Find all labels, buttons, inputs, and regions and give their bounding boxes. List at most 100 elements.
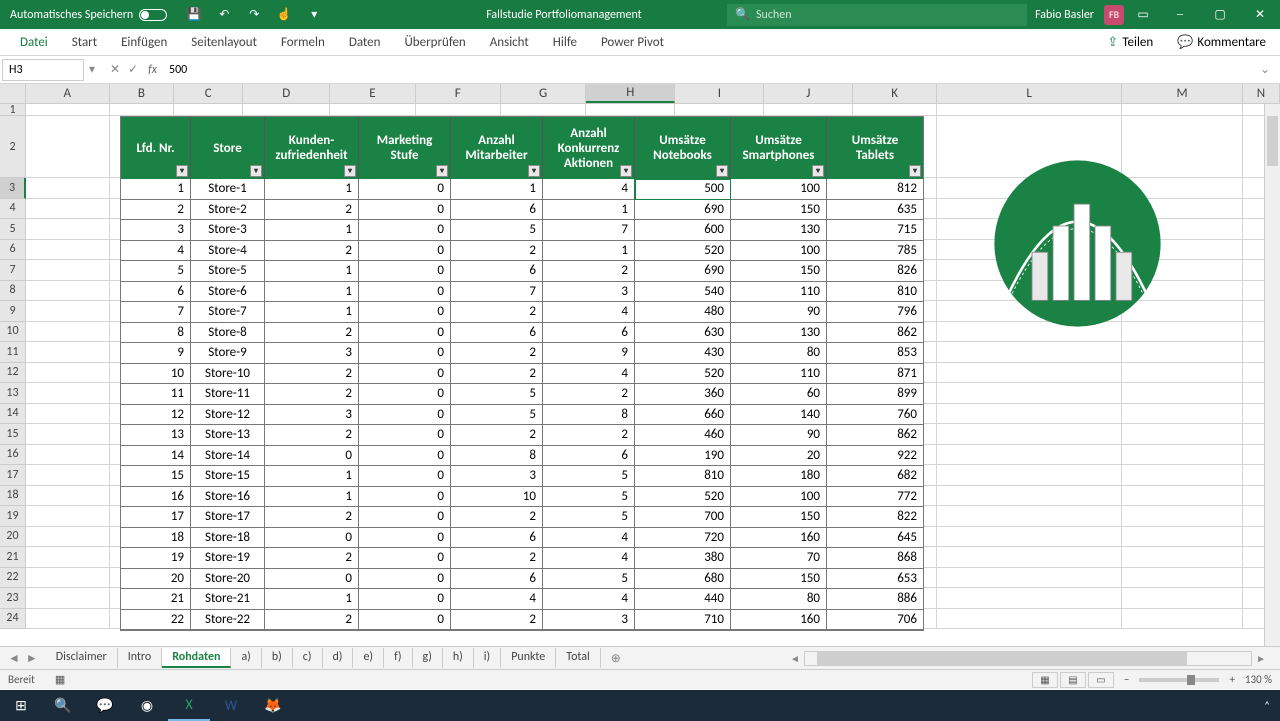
cell-r7-c2[interactable]: 1 xyxy=(265,261,359,282)
cell-r24-c8[interactable]: 706 xyxy=(827,610,923,631)
ribbon-tab-daten[interactable]: Daten xyxy=(337,29,393,55)
cell-r18-c7[interactable]: 100 xyxy=(731,487,827,508)
cell-r13-c3[interactable]: 0 xyxy=(359,384,451,405)
cell-r17-c1[interactable]: Store-15 xyxy=(191,466,265,487)
cell-r12-c5[interactable]: 4 xyxy=(543,364,635,385)
cell-r7-c7[interactable]: 150 xyxy=(731,261,827,282)
row-header-8[interactable]: 8 xyxy=(0,281,26,302)
row-header-12[interactable]: 12 xyxy=(0,363,26,384)
filter-button-5[interactable]: ▾ xyxy=(620,165,632,177)
cell-r22-c5[interactable]: 5 xyxy=(543,569,635,590)
cell-r23-c8[interactable]: 886 xyxy=(827,589,923,610)
taskbar-firefox-icon[interactable]: 🦊 xyxy=(252,690,294,721)
row-header-23[interactable]: 23 xyxy=(0,588,26,609)
cancel-icon[interactable]: ✕ xyxy=(110,62,120,77)
cell-r22-c7[interactable]: 150 xyxy=(731,569,827,590)
cell-r17-c5[interactable]: 5 xyxy=(543,466,635,487)
cell-r21-c7[interactable]: 70 xyxy=(731,548,827,569)
name-box[interactable]: H3 xyxy=(2,59,84,81)
tab-nav-prev-icon[interactable]: ◄ xyxy=(8,651,20,666)
cell-r20-c1[interactable]: Store-18 xyxy=(191,528,265,549)
zoom-in-button[interactable]: + xyxy=(1229,673,1234,686)
fx-icon[interactable]: fx xyxy=(148,63,165,77)
column-header-B[interactable]: B xyxy=(110,84,175,103)
undo-icon[interactable]: ↶ xyxy=(215,6,233,24)
cell-r4-c5[interactable]: 1 xyxy=(543,200,635,221)
cell-r5-c7[interactable]: 130 xyxy=(731,220,827,241)
cell-r7-c5[interactable]: 2 xyxy=(543,261,635,282)
close-button[interactable]: ✕ xyxy=(1240,0,1280,29)
cell-r23-c5[interactable]: 4 xyxy=(543,589,635,610)
cell-r19-c4[interactable]: 2 xyxy=(451,507,543,528)
cell-r7-c6[interactable]: 690 xyxy=(635,261,731,282)
cell-r16-c2[interactable]: 0 xyxy=(265,446,359,467)
cell-r7-c0[interactable]: 5 xyxy=(121,261,191,282)
taskbar-app-1[interactable]: 💬 xyxy=(84,690,126,721)
cell-r19-c0[interactable]: 17 xyxy=(121,507,191,528)
cell-r12-c1[interactable]: Store-10 xyxy=(191,364,265,385)
cell-r13-c7[interactable]: 60 xyxy=(731,384,827,405)
cell-r18-c5[interactable]: 5 xyxy=(543,487,635,508)
ribbon-tab-datei[interactable]: Datei xyxy=(8,29,60,55)
cell-r19-c2[interactable]: 2 xyxy=(265,507,359,528)
row-header-15[interactable]: 15 xyxy=(0,424,26,445)
cell-r16-c4[interactable]: 8 xyxy=(451,446,543,467)
cell-r15-c2[interactable]: 2 xyxy=(265,425,359,446)
row-header-1[interactable]: 1 xyxy=(0,104,26,116)
row-header-4[interactable]: 4 xyxy=(0,199,26,220)
cell-r5-c8[interactable]: 715 xyxy=(827,220,923,241)
cell-r3-c2[interactable]: 1 xyxy=(265,179,359,200)
cell-r3-c3[interactable]: 0 xyxy=(359,179,451,200)
cell-r18-c8[interactable]: 772 xyxy=(827,487,923,508)
sheet-tab-total[interactable]: Total xyxy=(556,648,600,668)
cell-r9-c5[interactable]: 4 xyxy=(543,302,635,323)
cell-r22-c8[interactable]: 653 xyxy=(827,569,923,590)
sheet-tab-b)[interactable]: b) xyxy=(262,648,293,668)
sheet-tab-i)[interactable]: i) xyxy=(474,648,501,668)
cell-r15-c6[interactable]: 460 xyxy=(635,425,731,446)
cell-r8-c2[interactable]: 1 xyxy=(265,282,359,303)
sheet-tab-h)[interactable]: h) xyxy=(443,648,474,668)
row-header-9[interactable]: 9 xyxy=(0,301,26,322)
cell-r5-c2[interactable]: 1 xyxy=(265,220,359,241)
cell-r11-c2[interactable]: 3 xyxy=(265,343,359,364)
cell-r19-c7[interactable]: 150 xyxy=(731,507,827,528)
cell-r9-c3[interactable]: 0 xyxy=(359,302,451,323)
cell-r12-c2[interactable]: 2 xyxy=(265,364,359,385)
cell-r11-c8[interactable]: 853 xyxy=(827,343,923,364)
cell-r10-c3[interactable]: 0 xyxy=(359,323,451,344)
cell-r23-c7[interactable]: 80 xyxy=(731,589,827,610)
cell-r17-c8[interactable]: 682 xyxy=(827,466,923,487)
cell-r6-c7[interactable]: 100 xyxy=(731,241,827,262)
row-header-11[interactable]: 11 xyxy=(0,342,26,363)
cell-r13-c6[interactable]: 360 xyxy=(635,384,731,405)
touch-icon[interactable]: ☝ xyxy=(275,6,293,24)
cell-r24-c4[interactable]: 2 xyxy=(451,610,543,631)
filter-button-3[interactable]: ▾ xyxy=(436,165,448,177)
cell-r9-c8[interactable]: 796 xyxy=(827,302,923,323)
cell-r13-c8[interactable]: 899 xyxy=(827,384,923,405)
cell-r13-c0[interactable]: 11 xyxy=(121,384,191,405)
cell-r19-c5[interactable]: 5 xyxy=(543,507,635,528)
row-header-20[interactable]: 20 xyxy=(0,527,26,548)
view-pagebreak-button[interactable]: ▭ xyxy=(1088,672,1114,688)
cell-r3-c1[interactable]: Store-1 xyxy=(191,179,265,200)
ribbon-tab-power pivot[interactable]: Power Pivot xyxy=(589,29,676,55)
cell-r15-c5[interactable]: 2 xyxy=(543,425,635,446)
cell-r17-c2[interactable]: 1 xyxy=(265,466,359,487)
cell-r23-c4[interactable]: 4 xyxy=(451,589,543,610)
cell-r23-c2[interactable]: 1 xyxy=(265,589,359,610)
cell-r14-c5[interactable]: 8 xyxy=(543,405,635,426)
cell-r22-c1[interactable]: Store-20 xyxy=(191,569,265,590)
cell-r11-c7[interactable]: 80 xyxy=(731,343,827,364)
search-box[interactable]: 🔍 Suchen xyxy=(727,4,1027,26)
cell-r21-c6[interactable]: 380 xyxy=(635,548,731,569)
cell-r5-c0[interactable]: 3 xyxy=(121,220,191,241)
cell-r3-c5[interactable]: 4 xyxy=(543,179,635,200)
cell-r24-c0[interactable]: 22 xyxy=(121,610,191,631)
cell-r20-c3[interactable]: 0 xyxy=(359,528,451,549)
cell-r4-c8[interactable]: 635 xyxy=(827,200,923,221)
cell-r21-c2[interactable]: 2 xyxy=(265,548,359,569)
spreadsheet-grid[interactable]: ABCDEFGHIJKLMN 1234567891011121314151617… xyxy=(0,84,1280,656)
horizontal-scrollbar[interactable]: ◄ ► xyxy=(790,651,1280,666)
